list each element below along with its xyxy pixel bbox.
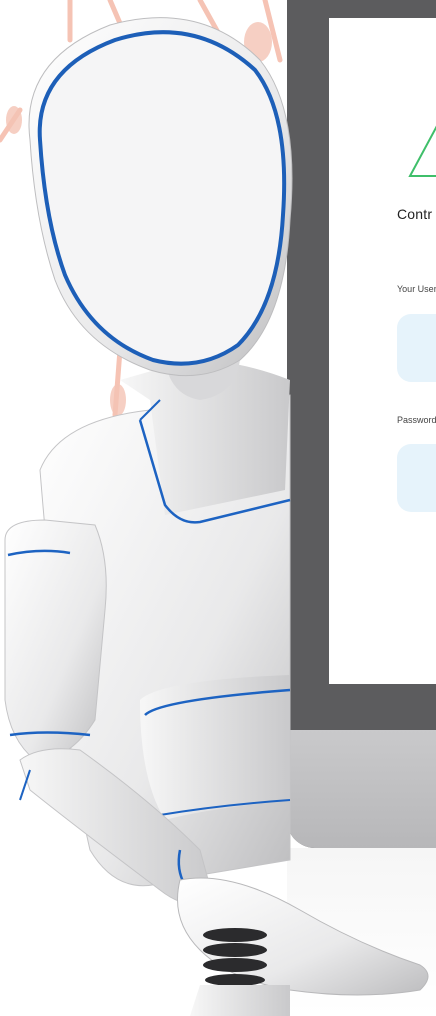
robot-illustration	[4, 17, 429, 1016]
